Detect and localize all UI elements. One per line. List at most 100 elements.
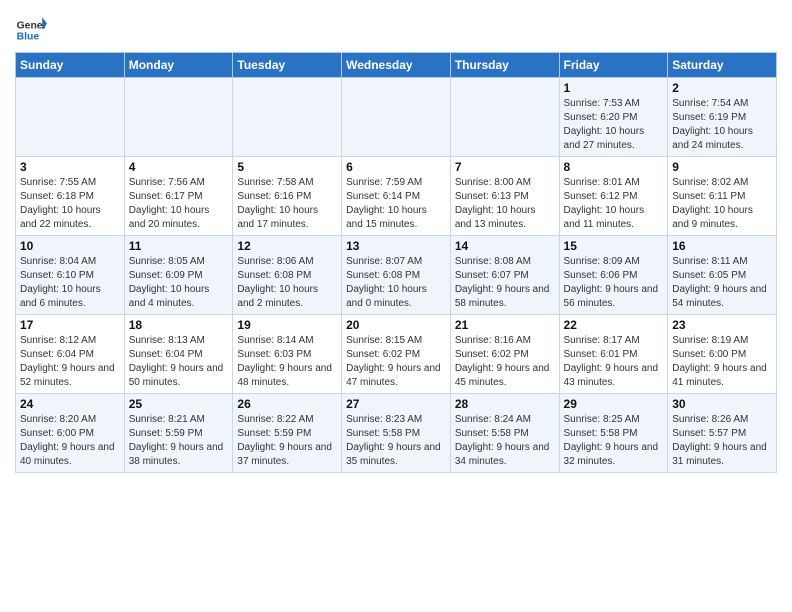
- day-number: 1: [564, 81, 664, 95]
- day-number: 27: [346, 397, 446, 411]
- day-info: Sunrise: 8:08 AM Sunset: 6:07 PM Dayligh…: [455, 255, 555, 311]
- day-number: 16: [672, 239, 772, 253]
- calendar-day-cell: 25 Sunrise: 8:21 AM Sunset: 5:59 PM Dayli…: [124, 394, 233, 473]
- calendar-day-cell: [16, 78, 125, 157]
- calendar-header-row: SundayMondayTuesdayWednesdayThursdayFrid…: [16, 53, 777, 78]
- day-info: Sunrise: 8:04 AM Sunset: 6:10 PM Dayligh…: [20, 255, 120, 311]
- calendar-day-cell: 23 Sunrise: 8:19 AM Sunset: 6:00 PM Dayli…: [668, 315, 777, 394]
- day-number: 13: [346, 239, 446, 253]
- day-info: Sunrise: 8:09 AM Sunset: 6:06 PM Dayligh…: [564, 255, 664, 311]
- calendar-day-header: Saturday: [668, 53, 777, 78]
- svg-text:Blue: Blue: [17, 32, 40, 43]
- day-info: Sunrise: 8:05 AM Sunset: 6:09 PM Dayligh…: [129, 255, 229, 311]
- calendar-day-cell: 10 Sunrise: 8:04 AM Sunset: 6:10 PM Dayli…: [16, 236, 125, 315]
- calendar-day-cell: 1Sunrise: 7:53 AM Sunset: 6:20 PM Daylig…: [559, 78, 668, 157]
- calendar-day-cell: 16Sunrise: 8:11 AM Sunset: 6:05 PM Dayli…: [668, 236, 777, 315]
- day-info: Sunrise: 8:22 AM Sunset: 5:59 PM Dayligh…: [237, 413, 337, 469]
- day-info: Sunrise: 8:13 AM Sunset: 6:04 PM Dayligh…: [129, 334, 229, 390]
- calendar-day-header: Friday: [559, 53, 668, 78]
- day-info: Sunrise: 8:26 AM Sunset: 5:57 PM Dayligh…: [672, 413, 772, 469]
- calendar-day-header: Monday: [124, 53, 233, 78]
- calendar-day-cell: 26 Sunrise: 8:22 AM Sunset: 5:59 PM Dayli…: [233, 394, 342, 473]
- calendar-day-cell: [342, 78, 451, 157]
- day-number: 25: [129, 397, 229, 411]
- calendar-day-cell: [450, 78, 559, 157]
- calendar-week-row: 17 Sunrise: 8:12 AM Sunset: 6:04 PM Dayli…: [16, 315, 777, 394]
- calendar-day-header: Wednesday: [342, 53, 451, 78]
- day-number: 9: [672, 160, 772, 174]
- day-number: 10: [20, 239, 120, 253]
- day-info: Sunrise: 8:12 AM Sunset: 6:04 PM Dayligh…: [20, 334, 120, 390]
- generalblue-logo-icon: General Blue: [15, 14, 47, 46]
- day-info: Sunrise: 8:14 AM Sunset: 6:03 PM Dayligh…: [237, 334, 337, 390]
- calendar-day-cell: 11 Sunrise: 8:05 AM Sunset: 6:09 PM Dayli…: [124, 236, 233, 315]
- day-number: 15: [564, 239, 664, 253]
- calendar-day-cell: 15 Sunrise: 8:09 AM Sunset: 6:06 PM Dayli…: [559, 236, 668, 315]
- calendar-day-cell: 6Sunrise: 7:59 AM Sunset: 6:14 PM Daylig…: [342, 157, 451, 236]
- calendar-day-cell: 8 Sunrise: 8:01 AM Sunset: 6:12 PM Daylig…: [559, 157, 668, 236]
- day-number: 24: [20, 397, 120, 411]
- calendar-day-cell: 22Sunrise: 8:17 AM Sunset: 6:01 PM Dayli…: [559, 315, 668, 394]
- calendar-day-cell: 5 Sunrise: 7:58 AM Sunset: 6:16 PM Daylig…: [233, 157, 342, 236]
- day-info: Sunrise: 8:17 AM Sunset: 6:01 PM Dayligh…: [564, 334, 664, 390]
- day-number: 29: [564, 397, 664, 411]
- day-number: 20: [346, 318, 446, 332]
- calendar-day-cell: 28Sunrise: 8:24 AM Sunset: 5:58 PM Dayli…: [450, 394, 559, 473]
- calendar-week-row: 3 Sunrise: 7:55 AM Sunset: 6:18 PM Daylig…: [16, 157, 777, 236]
- day-info: Sunrise: 7:54 AM Sunset: 6:19 PM Dayligh…: [672, 97, 772, 153]
- day-number: 26: [237, 397, 337, 411]
- calendar-day-cell: 9 Sunrise: 8:02 AM Sunset: 6:11 PM Daylig…: [668, 157, 777, 236]
- calendar-day-cell: 7 Sunrise: 8:00 AM Sunset: 6:13 PM Daylig…: [450, 157, 559, 236]
- day-info: Sunrise: 8:19 AM Sunset: 6:00 PM Dayligh…: [672, 334, 772, 390]
- calendar-day-header: Thursday: [450, 53, 559, 78]
- calendar-week-row: 1Sunrise: 7:53 AM Sunset: 6:20 PM Daylig…: [16, 78, 777, 157]
- day-number: 28: [455, 397, 555, 411]
- day-info: Sunrise: 8:15 AM Sunset: 6:02 PM Dayligh…: [346, 334, 446, 390]
- day-info: Sunrise: 8:00 AM Sunset: 6:13 PM Dayligh…: [455, 176, 555, 232]
- day-info: Sunrise: 8:02 AM Sunset: 6:11 PM Dayligh…: [672, 176, 772, 232]
- day-number: 17: [20, 318, 120, 332]
- day-info: Sunrise: 8:07 AM Sunset: 6:08 PM Dayligh…: [346, 255, 446, 311]
- header: General Blue: [15, 10, 777, 46]
- calendar-day-cell: 29 Sunrise: 8:25 AM Sunset: 5:58 PM Dayli…: [559, 394, 668, 473]
- calendar-day-cell: 4 Sunrise: 7:56 AM Sunset: 6:17 PM Daylig…: [124, 157, 233, 236]
- calendar-day-cell: 20 Sunrise: 8:15 AM Sunset: 6:02 PM Dayli…: [342, 315, 451, 394]
- page: General Blue SundayMondayTuesdayWednesda…: [0, 0, 792, 488]
- calendar-day-cell: 3 Sunrise: 7:55 AM Sunset: 6:18 PM Daylig…: [16, 157, 125, 236]
- day-number: 2: [672, 81, 772, 95]
- calendar-day-cell: 13 Sunrise: 8:07 AM Sunset: 6:08 PM Dayli…: [342, 236, 451, 315]
- calendar-day-header: Sunday: [16, 53, 125, 78]
- calendar-day-header: Tuesday: [233, 53, 342, 78]
- calendar-day-cell: 18 Sunrise: 8:13 AM Sunset: 6:04 PM Dayli…: [124, 315, 233, 394]
- day-info: Sunrise: 8:20 AM Sunset: 6:00 PM Dayligh…: [20, 413, 120, 469]
- calendar-day-cell: 30Sunrise: 8:26 AM Sunset: 5:57 PM Dayli…: [668, 394, 777, 473]
- day-number: 7: [455, 160, 555, 174]
- day-info: Sunrise: 7:58 AM Sunset: 6:16 PM Dayligh…: [237, 176, 337, 232]
- calendar-day-cell: 19Sunrise: 8:14 AM Sunset: 6:03 PM Dayli…: [233, 315, 342, 394]
- calendar-day-cell: 27Sunrise: 8:23 AM Sunset: 5:58 PM Dayli…: [342, 394, 451, 473]
- day-number: 4: [129, 160, 229, 174]
- day-info: Sunrise: 7:56 AM Sunset: 6:17 PM Dayligh…: [129, 176, 229, 232]
- day-number: 8: [564, 160, 664, 174]
- day-info: Sunrise: 8:06 AM Sunset: 6:08 PM Dayligh…: [237, 255, 337, 311]
- day-number: 11: [129, 239, 229, 253]
- day-number: 18: [129, 318, 229, 332]
- day-number: 5: [237, 160, 337, 174]
- calendar-day-cell: 12Sunrise: 8:06 AM Sunset: 6:08 PM Dayli…: [233, 236, 342, 315]
- logo: General Blue: [15, 14, 47, 46]
- calendar-day-cell: 14Sunrise: 8:08 AM Sunset: 6:07 PM Dayli…: [450, 236, 559, 315]
- day-number: 23: [672, 318, 772, 332]
- calendar-day-cell: [233, 78, 342, 157]
- day-info: Sunrise: 8:25 AM Sunset: 5:58 PM Dayligh…: [564, 413, 664, 469]
- day-info: Sunrise: 8:01 AM Sunset: 6:12 PM Dayligh…: [564, 176, 664, 232]
- day-info: Sunrise: 7:59 AM Sunset: 6:14 PM Dayligh…: [346, 176, 446, 232]
- calendar-day-cell: 2 Sunrise: 7:54 AM Sunset: 6:19 PM Daylig…: [668, 78, 777, 157]
- calendar-day-cell: 17 Sunrise: 8:12 AM Sunset: 6:04 PM Dayli…: [16, 315, 125, 394]
- calendar-week-row: 24 Sunrise: 8:20 AM Sunset: 6:00 PM Dayli…: [16, 394, 777, 473]
- day-number: 3: [20, 160, 120, 174]
- calendar-day-cell: 24 Sunrise: 8:20 AM Sunset: 6:00 PM Dayli…: [16, 394, 125, 473]
- calendar-week-row: 10 Sunrise: 8:04 AM Sunset: 6:10 PM Dayli…: [16, 236, 777, 315]
- day-info: Sunrise: 8:16 AM Sunset: 6:02 PM Dayligh…: [455, 334, 555, 390]
- day-info: Sunrise: 8:21 AM Sunset: 5:59 PM Dayligh…: [129, 413, 229, 469]
- day-info: Sunrise: 7:55 AM Sunset: 6:18 PM Dayligh…: [20, 176, 120, 232]
